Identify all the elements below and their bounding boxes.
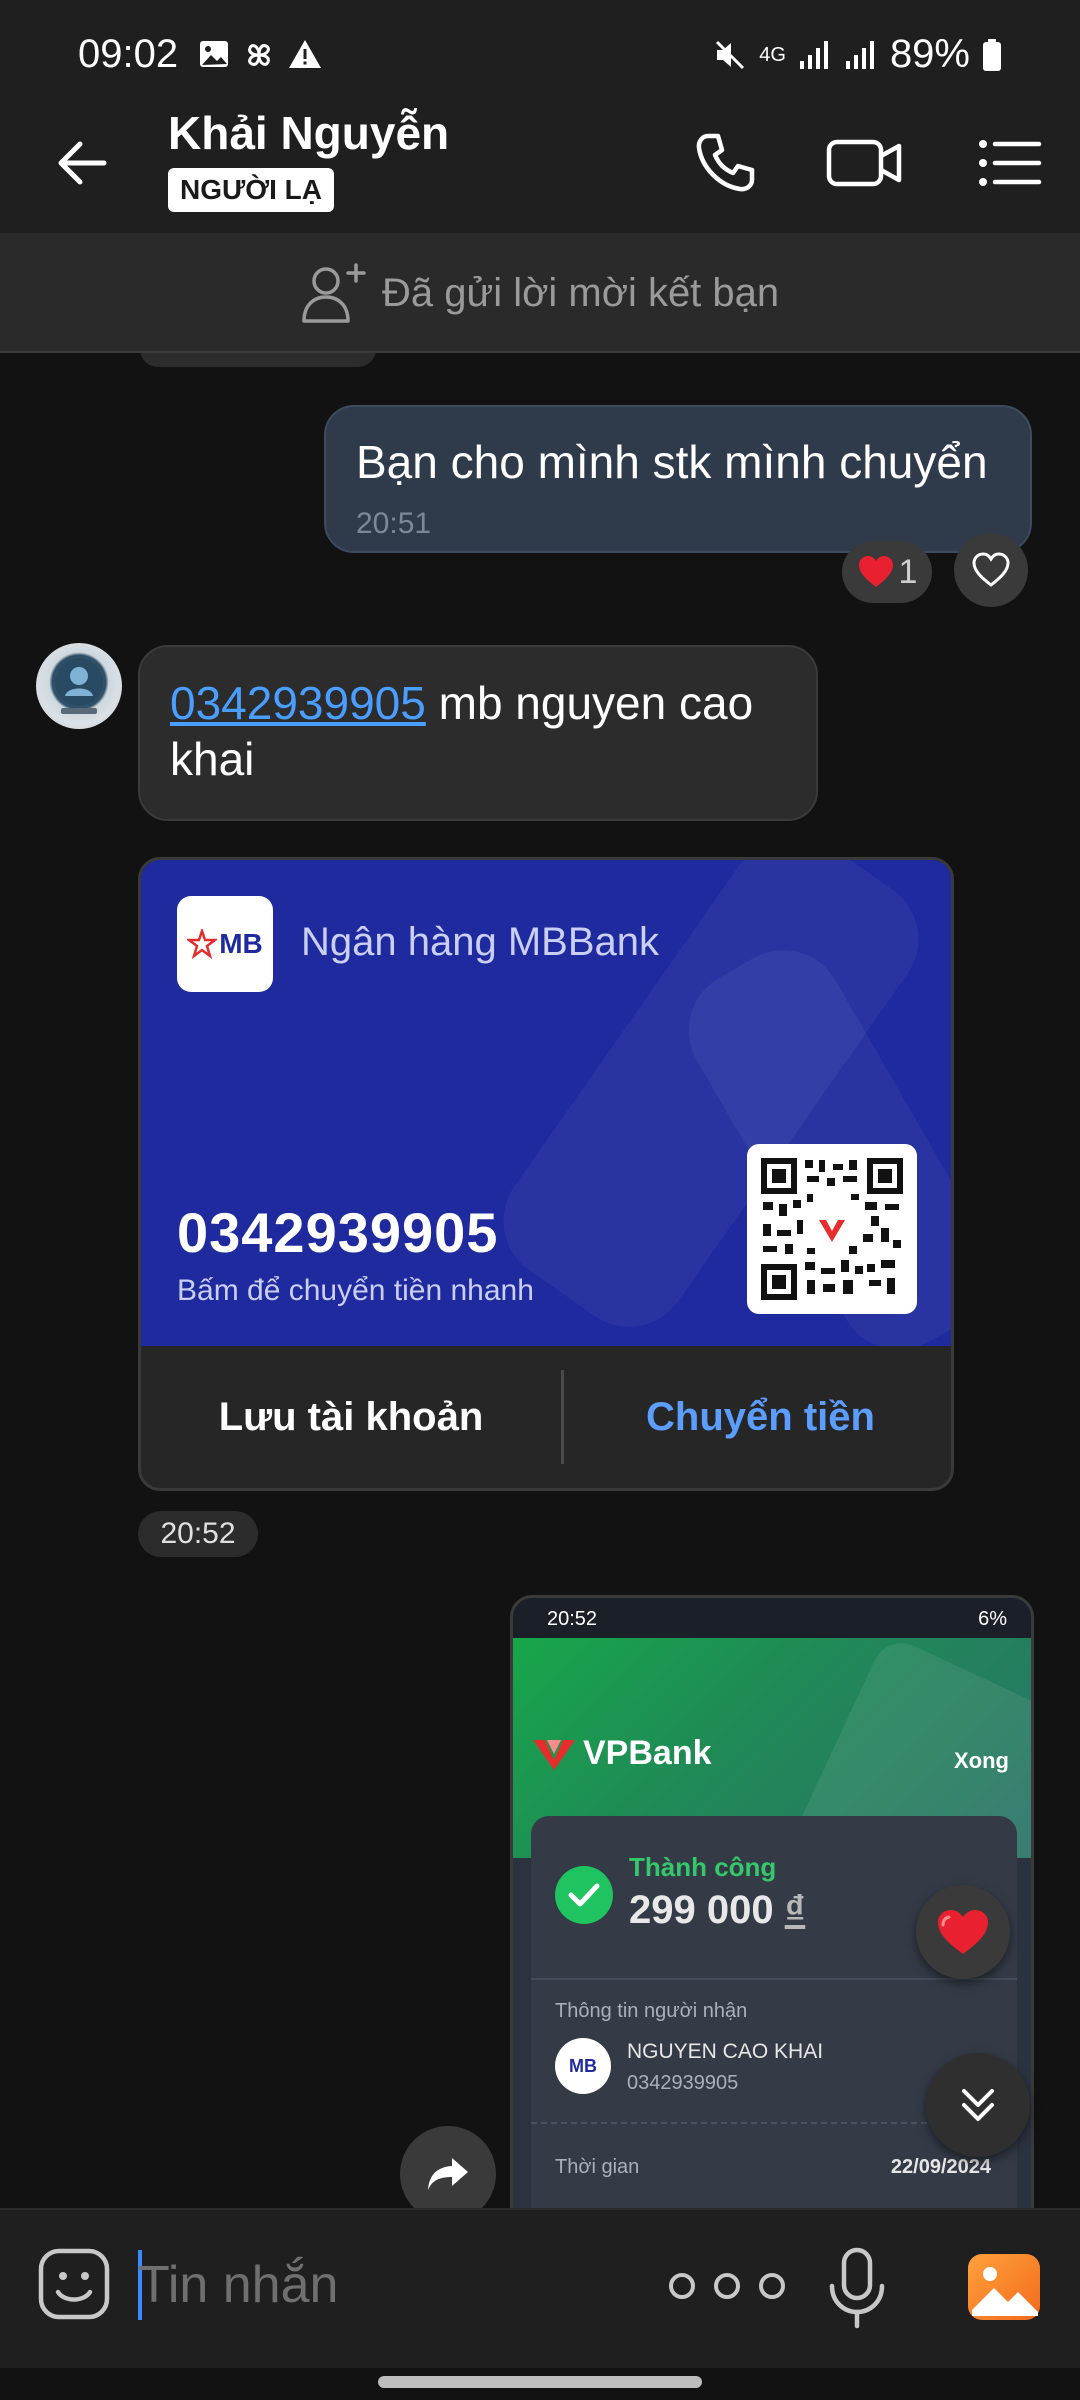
transfer-result-card: Thành công 299 000 ₫ Thông tin người nhậ… [531, 1816, 1017, 2208]
bank-card-header[interactable]: MB Ngân hàng MBBank 0342939905 Bấm để ch… [141, 860, 951, 1346]
sticker-icon [38, 2248, 110, 2320]
recipient-name: NGUYEN CAO KHAI [627, 2040, 824, 2063]
avatar-image-icon [55, 658, 103, 714]
heart-icon [938, 1910, 988, 1954]
incoming-message-bubble[interactable]: 0342939905 mb nguyen cao khai [138, 645, 818, 821]
message-input[interactable] [138, 2250, 618, 2320]
recipient-account: 0342939905 [627, 2072, 739, 2094]
heart-reaction-icon [858, 556, 893, 587]
phone-icon [696, 133, 755, 192]
video-call-button[interactable] [825, 128, 905, 198]
scroll-to-bottom-button[interactable] [926, 2053, 1030, 2157]
screenshot-status-bar: 20:52 6% [513, 1598, 1031, 1638]
bank-card-actions: Lưu tài khoản Chuyển tiền [141, 1346, 951, 1488]
network-type: 4G [759, 43, 786, 66]
status-time: 09:02 [78, 32, 179, 76]
voice-message-button[interactable] [826, 2246, 888, 2330]
battery-percent: 89% [889, 32, 970, 76]
double-chevron-down-icon [962, 2089, 994, 2121]
heart-outline-icon [972, 552, 1010, 587]
vpbank-leaf-icon [533, 1739, 575, 1770]
mb-star-icon [187, 929, 218, 959]
list-menu-icon [979, 140, 1042, 186]
contact-name[interactable]: Khải Nguyễn [168, 106, 449, 160]
pinwheel-icon [248, 44, 270, 66]
success-check-icon [555, 1866, 613, 1924]
outgoing-message-bubble[interactable]: Bạn cho mình stk mình chuyển 20:51 [324, 405, 1032, 553]
previous-timestamp-pill [140, 353, 376, 367]
vpbank-logo: VPBank [531, 1734, 712, 1773]
home-indicator[interactable] [378, 2376, 702, 2388]
quick-heart-reaction-button[interactable] [916, 1885, 1010, 1979]
chat-header: Khải Nguyễn NGƯỜI LẠ [0, 88, 1080, 233]
status-system-icons: 4G 89% [713, 32, 1002, 77]
back-arrow-icon [58, 141, 107, 185]
transfer-money-button[interactable]: Chuyển tiền [564, 1346, 951, 1488]
recipient-label: Thông tin người nhận [555, 2000, 748, 2022]
voice-call-button[interactable] [690, 128, 760, 198]
reaction-summary[interactable]: 1 [842, 541, 932, 603]
battery-icon [983, 38, 1001, 71]
system-nav-bar [0, 2368, 1080, 2400]
more-icon [669, 2273, 785, 2299]
stranger-badge: NGƯỜI LẠ [168, 168, 334, 212]
bank-card-time: 20:52 [138, 1511, 258, 1557]
signal-icon [799, 40, 828, 69]
add-person-icon [302, 263, 366, 323]
outgoing-message-text: Bạn cho mình stk mình chuyển [356, 436, 988, 488]
microphone-icon [829, 2247, 885, 2329]
reaction-count: 1 [898, 552, 918, 591]
gallery-notification-icon [200, 41, 228, 67]
bank-name: Ngân hàng MBBank [301, 920, 660, 964]
contact-avatar[interactable] [36, 643, 122, 729]
qr-code-icon [757, 1154, 907, 1304]
share-arrow-icon [428, 2158, 468, 2190]
mb-logo-text: MB [219, 928, 263, 959]
bank-account-card[interactable]: MB Ngân hàng MBBank 0342939905 Bấm để ch… [138, 857, 954, 1491]
transfer-time-label: Thời gian [555, 2156, 640, 2178]
photo-gallery-button[interactable] [966, 2252, 1042, 2322]
qr-code[interactable] [747, 1144, 917, 1314]
recipient-logo-text: MB [569, 2055, 597, 2076]
add-reaction-button[interactable] [954, 533, 1028, 607]
gallery-icon [968, 2254, 1040, 2320]
quick-transfer-hint: Bấm để chuyển tiền nhanh [177, 1274, 534, 1307]
back-button[interactable] [48, 128, 118, 198]
account-number: 0342939905 [177, 1201, 499, 1264]
more-options-button[interactable] [662, 2266, 792, 2306]
currency-symbol: ₫ [784, 1888, 806, 1932]
save-account-button[interactable]: Lưu tài khoản [141, 1346, 561, 1488]
vpbank-brand: VPBank [583, 1734, 712, 1772]
mb-bank-logo: MB [177, 896, 273, 992]
status-bar: 09:02 4G 89% [0, 0, 1080, 88]
options-menu-button[interactable] [975, 128, 1045, 198]
recipient-bank-logo: MB [555, 2038, 611, 2094]
amount-value: 299 000 [629, 1888, 774, 1932]
chat-area[interactable]: Bạn cho mình stk mình chuyển 20:51 1 034… [0, 353, 1080, 2208]
screenshot-status-time: 20:52 [547, 1608, 598, 1630]
phone-number-link[interactable]: 0342939905 [170, 677, 426, 729]
video-camera-icon [826, 139, 902, 187]
friend-request-bar: Đã gửi lời mời kết bạn [0, 233, 1080, 353]
message-input-bar [0, 2208, 1080, 2368]
forward-button[interactable] [400, 2126, 496, 2208]
warning-icon [289, 40, 321, 68]
signal-icon-2 [845, 40, 874, 69]
screenshot-done-label: Xong [954, 1748, 1009, 1773]
outgoing-message-time: 20:51 [356, 507, 432, 540]
success-label: Thành công [629, 1852, 777, 1882]
transfer-time-value: 22/09/2024 [890, 2156, 991, 2178]
transfer-amount: 299 000 ₫ [629, 1888, 805, 1933]
screenshot-status-battery: 6% [978, 1608, 1007, 1630]
status-notification-icons [198, 38, 322, 72]
screenshot-divider [531, 1978, 1017, 1980]
mute-icon [716, 40, 745, 69]
sticker-button[interactable] [36, 2246, 112, 2322]
friend-request-text: Đã gửi lời mời kết bạn [382, 271, 780, 315]
